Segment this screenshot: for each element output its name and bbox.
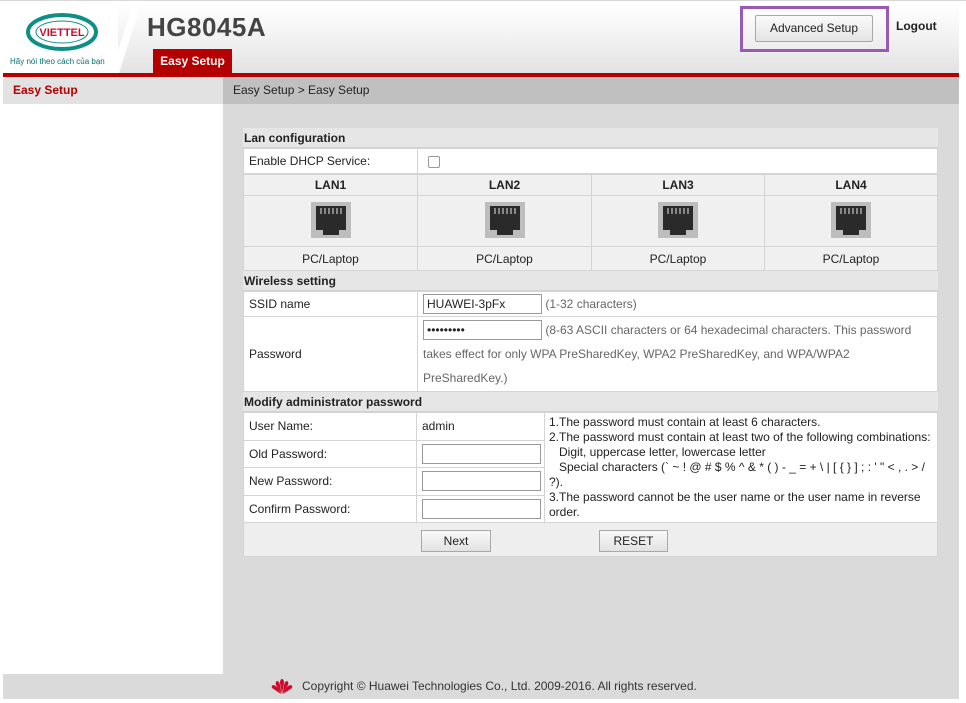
lan-config-title: Lan configuration xyxy=(243,128,938,148)
huawei-logo-icon xyxy=(271,679,293,694)
ethernet-port-icon xyxy=(310,201,351,238)
admin-password-table: User Name: admin 1.The password must con… xyxy=(243,412,938,523)
lan-device-label: PC/Laptop xyxy=(417,246,592,271)
ethernet-port-icon xyxy=(831,201,871,238)
new-password-cell xyxy=(416,467,545,496)
footer: Copyright © Huawei Technologies Co., Ltd… xyxy=(3,674,959,699)
wifi-password-label: Password xyxy=(243,316,418,392)
password-rule: 3.The password cannot be the user name o… xyxy=(549,490,921,504)
copyright-text: Copyright © Huawei Technologies Co., Ltd… xyxy=(302,679,697,693)
main-content: Easy Setup > Easy Setup Lan configuratio… xyxy=(223,77,959,674)
lan-port-name: LAN3 xyxy=(591,174,765,196)
password-rule: 2.The password must contain at least two… xyxy=(549,430,931,444)
lan-ports-table: LAN1 LAN2 LAN3 LAN4 PC/Laptop PC/Laptop … xyxy=(243,174,938,271)
username-label: User Name: xyxy=(243,412,417,441)
password-rule: 1.The password must contain at least 6 c… xyxy=(549,415,821,429)
setup-panel: Lan configuration Enable DHCP Service: L… xyxy=(243,128,938,557)
logo-text: VIETTEL xyxy=(39,27,85,39)
wifi-password-cell: (8-63 ASCII characters or 64 hexadecimal… xyxy=(417,316,938,392)
dhcp-cell xyxy=(417,148,938,174)
ssid-input[interactable] xyxy=(423,294,542,314)
ssid-cell: (1-32 characters) xyxy=(417,291,938,317)
lan-port-name: LAN1 xyxy=(243,174,418,196)
wifi-password-input[interactable] xyxy=(423,320,542,340)
breadcrumb: Easy Setup > Easy Setup xyxy=(223,77,959,104)
lan1-icon-cell xyxy=(243,195,418,247)
device-model-title: HG8045A xyxy=(147,12,267,42)
password-rule: order. xyxy=(549,505,580,519)
header-divider xyxy=(111,4,141,73)
password-rules: 1.The password must contain at least 6 c… xyxy=(544,412,938,523)
tab-easy-setup[interactable]: Easy Setup xyxy=(153,49,232,74)
old-password-label: Old Password: xyxy=(243,439,417,468)
lan4-icon-cell xyxy=(764,195,938,247)
dhcp-checkbox[interactable] xyxy=(428,155,440,168)
brand-slogan: Hãy nói theo cách của bạn xyxy=(10,57,105,66)
lan2-icon-cell xyxy=(417,195,592,247)
next-button[interactable]: Next xyxy=(421,530,491,552)
lan3-icon-cell xyxy=(591,195,765,247)
new-password-label: New Password: xyxy=(243,467,417,496)
reset-button[interactable]: RESET xyxy=(599,530,668,552)
brand-logo-area: VIETTEL Hãy nói theo cách của bạn xyxy=(3,4,118,73)
confirm-password-label: Confirm Password: xyxy=(243,494,417,523)
logout-link[interactable]: Logout xyxy=(896,19,937,33)
ethernet-port-icon xyxy=(658,201,698,238)
lan-device-label: PC/Laptop xyxy=(243,246,418,271)
advanced-setup-button[interactable]: Advanced Setup xyxy=(755,15,873,42)
wireless-table: SSID name (1-32 characters) Password (8-… xyxy=(243,291,938,392)
lan-device-label: PC/Laptop xyxy=(764,246,938,271)
lan-device-label: PC/Laptop xyxy=(591,246,765,271)
wifi-password-hint: PreSharedKey.) xyxy=(423,371,508,385)
advanced-setup-highlight: Advanced Setup xyxy=(740,6,889,52)
confirm-password-cell xyxy=(416,494,545,523)
password-rule: Special characters (` ~ ! @ # $ % ^ & * … xyxy=(559,460,925,474)
lan-config-table: Enable DHCP Service: xyxy=(243,148,938,174)
viettel-logo: VIETTEL xyxy=(26,13,98,51)
sidebar-item-easy-setup[interactable]: Easy Setup xyxy=(3,77,223,104)
wireless-title: Wireless setting xyxy=(243,271,938,291)
ethernet-port-icon xyxy=(484,201,525,238)
username-value: admin xyxy=(416,412,545,441)
password-rule: Digit, uppercase letter, lowercase lette… xyxy=(559,445,766,459)
sidebar: Easy Setup xyxy=(3,77,223,674)
confirm-password-input[interactable] xyxy=(422,498,541,519)
lan-port-name: LAN2 xyxy=(417,174,592,196)
old-password-input[interactable] xyxy=(422,443,541,464)
wifi-password-hint: takes effect for only WPA PreSharedKey, … xyxy=(423,347,850,361)
lan-port-name: LAN4 xyxy=(764,174,938,196)
new-password-input[interactable] xyxy=(422,471,541,492)
dhcp-label: Enable DHCP Service: xyxy=(243,148,418,174)
action-bar: Next RESET xyxy=(243,523,938,557)
password-rule: ?). xyxy=(549,475,564,489)
ssid-label: SSID name xyxy=(243,291,418,317)
wifi-password-hint: (8-63 ASCII characters or 64 hexadecimal… xyxy=(545,323,912,337)
ssid-hint: (1-32 characters) xyxy=(545,297,637,311)
old-password-cell xyxy=(416,439,545,468)
admin-password-title: Modify administrator password xyxy=(243,392,938,412)
